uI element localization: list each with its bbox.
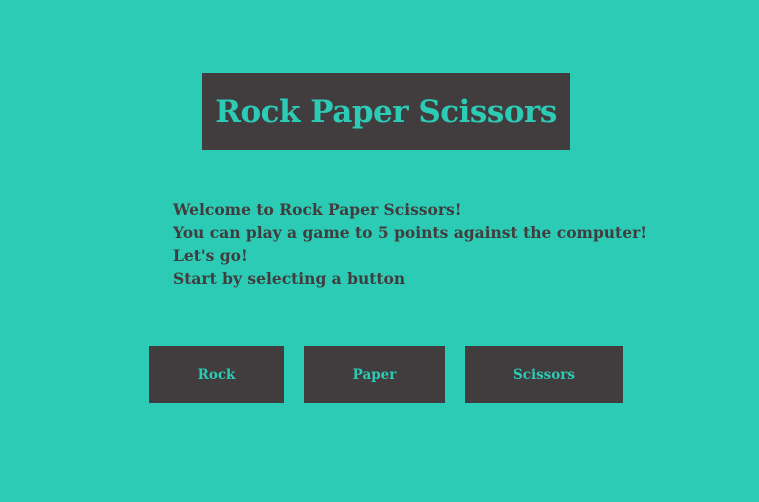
message-area: Welcome to Rock Paper Scissors! You can … (173, 198, 648, 290)
welcome-message: Welcome to Rock Paper Scissors! (173, 200, 462, 219)
paper-button[interactable]: Paper (304, 346, 445, 403)
scissors-button[interactable]: Scissors (465, 346, 623, 403)
page-title: Rock Paper Scissors (215, 93, 557, 130)
instructions-message: You can play a game to 5 points against … (173, 223, 648, 242)
status-message: Start by selecting a button (173, 269, 406, 288)
title-banner: Rock Paper Scissors (202, 73, 570, 150)
rock-button[interactable]: Rock (149, 346, 284, 403)
game-page: { "header": { "title": "Rock Paper Sciss… (0, 0, 759, 502)
encouragement-message: Let's go! (173, 246, 248, 265)
